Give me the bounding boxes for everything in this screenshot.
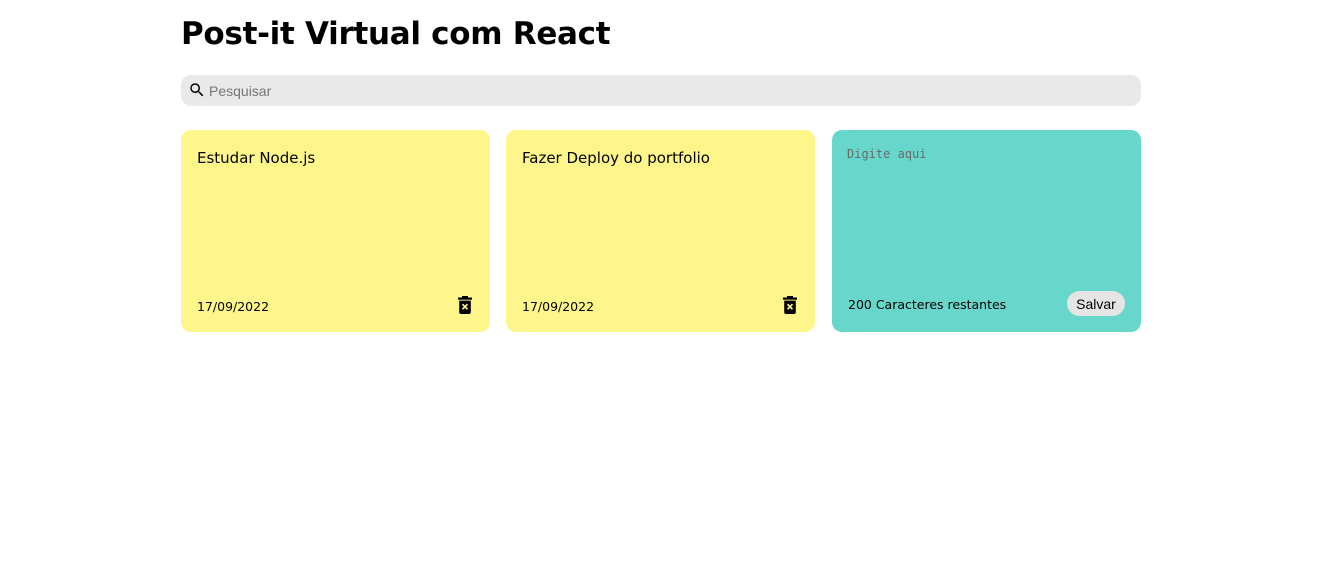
- new-note-textarea[interactable]: [847, 147, 1125, 277]
- note-text: Estudar Node.js: [197, 149, 316, 167]
- search-input[interactable]: [209, 75, 1129, 106]
- note-text: Fazer Deploy do portfolio: [522, 149, 710, 167]
- note-date: 17/09/2022: [197, 299, 270, 314]
- save-button[interactable]: Salvar: [1067, 291, 1125, 316]
- search-bar: [181, 75, 1141, 106]
- trash-x-icon[interactable]: [783, 296, 797, 314]
- characters-remaining: 200 Caracteres restantes: [848, 297, 1007, 312]
- trash-x-icon[interactable]: [458, 296, 472, 314]
- note-date: 17/09/2022: [522, 299, 595, 314]
- note-card: Estudar Node.js 17/09/2022: [181, 130, 490, 332]
- search-icon: [188, 81, 206, 99]
- note-card: Fazer Deploy do portfolio 17/09/2022: [506, 130, 815, 332]
- page-title: Post-it Virtual com React: [181, 16, 611, 52]
- notes-list: Estudar Node.js 17/09/2022 Fazer Deploy …: [181, 130, 1141, 332]
- new-note-card: 200 Caracteres restantes Salvar: [832, 130, 1141, 332]
